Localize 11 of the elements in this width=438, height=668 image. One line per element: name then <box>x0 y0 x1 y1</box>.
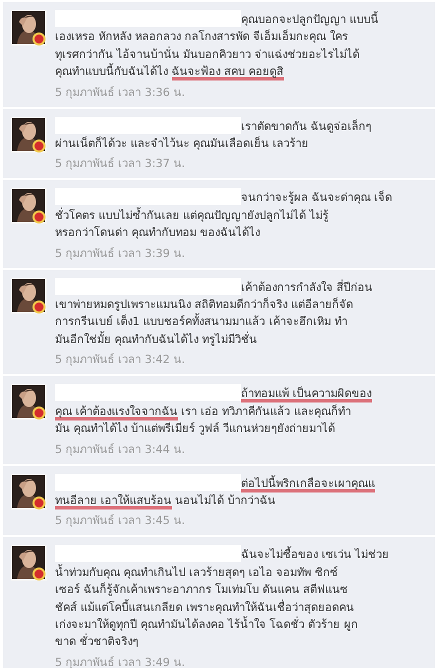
comment-timestamp[interactable]: 5 กุมภาพันธ์ เวลา 3:39 น. <box>55 244 186 262</box>
comment-text: ฉันจะไม่ซื้อของ เซเว่น ไม่ช่วย น้ำท่วมกับคุณ คุณทำเกินไป เลวร้ายสุดๆ เอไอ จอมทัพ ซิกซ์ เซอร์ ฉันก็รู้จักเค้าเพราะอาภากร โมเท่มโบ ดันแคน สตีฟแนซ ชัคส์ แม้แต่โคบี้แสนเกลียด เพราะคุณทำให้ฉันเชื่อว่าสุดยอดคน เก่งจะมาให้ดูทุกปี คุณทำมันได้ลงคอ ไร้น้ำใจ โฉดชั่ว ตัวร้าย ผูก ขาด ชั่วชาติจริงๆ <box>55 545 429 651</box>
comment-timestamp[interactable]: 5 กุมภาพันธ์ เวลา 3:44 น. <box>55 440 186 458</box>
comment-timestamp[interactable]: 5 กุมภาพันธ์ เวลา 3:42 น. <box>55 351 186 368</box>
comment-text: คุณบอกจะปลูกปัญญา แบบนี้ เองเหรอ หักหลัง หลอกลวง กลโกงสารพัด จีเอ็มเอ็มกะคุณ ใคร ทุเรศกว่ากัน ไอ้จานบ้านั่น มันบอกคิวยาว จ่าแฉ่งช่วยอะไรไม่ได้ คุณทำแบบนี้กับฉันได้ไง ฉันจะฟ้อง สคบ คอยดูสิ <box>55 10 429 81</box>
comment-timestamp[interactable]: 5 กุมภาพันธ์ เวลา 3:36 น. <box>55 84 186 101</box>
comment-text: จนกว่าจะรู้ผล ฉันจะด่าคุณ เจ็ด ชั่วโคตร แบบไม่ซ้ำกันเลย แต่คุณปัญญายังปลูกไม่ได้ ไม่รู้ หรอกว่าโดนด่า คุณทำกับทอม ของฉันได้ไง <box>55 188 429 242</box>
comment-text: เค้าต้องการกำลังใจ สี่ปีก่อน เขาพ่ายหมดรูปเพราะแมนนิง สถิติทอมดีกว่าก็จริง แต่อีลายก็จัด การกรีนเบย์ เต็ง1 แบบชอร์คทั้งสนามมาแล้ว เค้าจะฮึกเหิม ทำ มันอีกใช่มั้ย คุณทำกับฉันได้ไง ทรูไม่มีวิชั่น <box>55 278 429 348</box>
comment-timestamp[interactable]: 5 กุมภาพันธ์ เวลา 3:45 น. <box>55 512 186 530</box>
comment-text: เราตัดขาดกัน ฉันดูจ่อเล็กๆ ผ่านเน็ตก็ได้วะ และจำไว้นะ คุณมันเลือดเย็น เลวร้าย <box>55 116 429 152</box>
comment-timestamp[interactable]: 5 กุมภาพันธ์ เวลา 3:37 น. <box>55 155 186 172</box>
